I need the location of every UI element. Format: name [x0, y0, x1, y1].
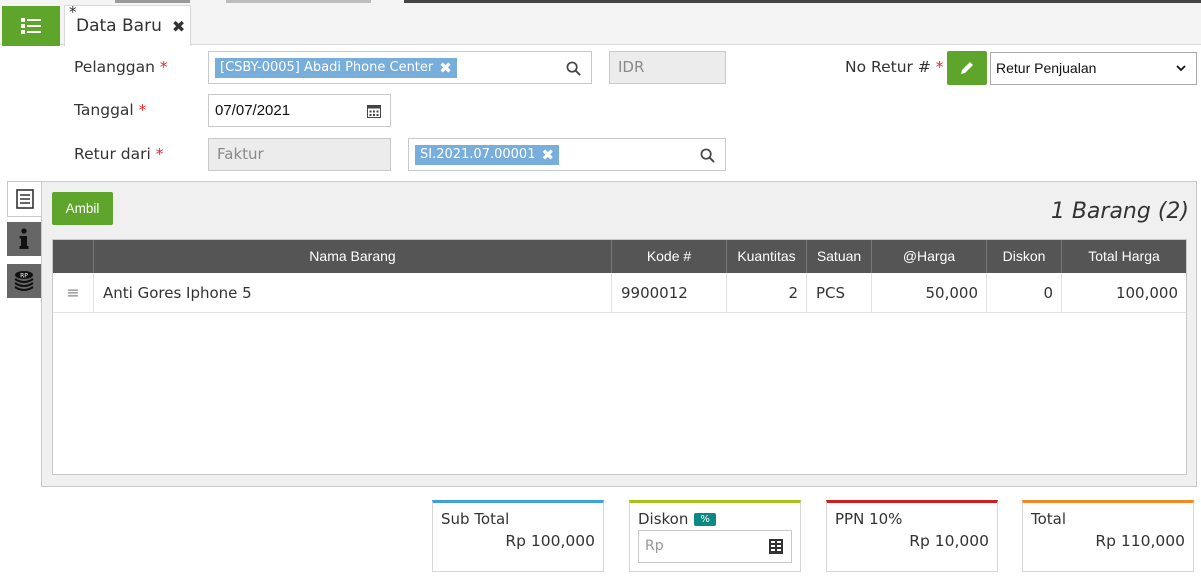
cell-qty: 2	[726, 273, 806, 313]
pencil-icon	[961, 62, 973, 74]
customer-label: Pelanggan *	[74, 58, 168, 76]
return-no-label: No Retur # *	[845, 58, 944, 76]
side-tab-costs[interactable]: RP	[7, 264, 41, 298]
tab-title: Data Baru	[76, 16, 162, 36]
currency-field: IDR	[609, 51, 726, 84]
col-discount-header[interactable]: Diskon	[986, 240, 1061, 273]
col-code-header[interactable]: Kode #	[611, 240, 726, 273]
discount-input[interactable]: Rp	[638, 530, 792, 563]
search-icon[interactable]	[700, 148, 715, 163]
tab-data-baru[interactable]: * Data Baru ✖	[64, 3, 191, 46]
cell-discount: 0	[986, 273, 1061, 313]
document-list-icon	[15, 189, 34, 209]
calendar-icon[interactable]	[367, 104, 381, 118]
discount-card: Diskon% Rp	[629, 500, 801, 572]
edit-number-button[interactable]	[947, 51, 987, 85]
menu-button[interactable]	[2, 6, 60, 46]
svg-text:RP: RP	[20, 273, 28, 280]
col-name-header[interactable]: Nama Barang	[93, 240, 611, 273]
cell-name: Anti Gores Iphone 5	[93, 273, 611, 313]
return-from-label: Retur dari *	[74, 145, 164, 163]
tax-label: PPN 10%	[835, 510, 903, 528]
customer-chip-remove-icon[interactable]: ✖	[439, 58, 452, 78]
info-icon	[19, 228, 29, 249]
col-unit-header[interactable]: Satuan	[806, 240, 871, 273]
tab-close-icon[interactable]: ✖	[172, 17, 185, 36]
subtotal-card: Sub Total Rp 100,000	[432, 500, 604, 572]
customer-field[interactable]: [CSBY-0005] Abadi Phone Center ✖	[208, 51, 592, 84]
tab-bar: * Data Baru ✖	[0, 3, 1201, 46]
date-label: Tanggal *	[74, 101, 147, 119]
list-menu-icon	[21, 18, 41, 34]
side-tab-items[interactable]	[7, 181, 41, 217]
tax-value: Rp 10,000	[909, 532, 989, 550]
table-header: Nama Barang Kode # Kuantitas Satuan @Har…	[53, 240, 1186, 273]
subtotal-value: Rp 100,000	[505, 532, 595, 550]
customer-chip: [CSBY-0005] Abadi Phone Center ✖	[215, 58, 457, 78]
item-count: 1 Barang (2)	[1050, 199, 1189, 224]
col-handle-header	[53, 240, 93, 273]
total-card: Total Rp 110,000	[1022, 500, 1194, 572]
calculator-icon[interactable]	[769, 539, 783, 554]
tax-card: PPN 10% Rp 10,000	[826, 500, 998, 572]
search-icon[interactable]	[566, 61, 581, 76]
rp-coins-icon: RP	[14, 271, 34, 291]
subtotal-label: Sub Total	[441, 510, 510, 528]
unsaved-mark: *	[69, 3, 77, 21]
return-from-type-field: Faktur	[208, 138, 391, 171]
percent-toggle-button[interactable]: %	[694, 513, 716, 526]
total-label: Total	[1031, 510, 1067, 528]
cell-price: 50,000	[871, 273, 986, 313]
total-value: Rp 110,000	[1095, 532, 1185, 550]
return-type-select[interactable]: Retur Penjualan	[990, 52, 1197, 85]
cell-unit: PCS	[806, 273, 871, 313]
col-total-header[interactable]: Total Harga	[1061, 240, 1186, 273]
side-tab-info[interactable]	[7, 222, 41, 256]
chevron-down-icon	[1176, 65, 1186, 72]
col-price-header[interactable]: @Harga	[871, 240, 986, 273]
col-qty-header[interactable]: Kuantitas	[726, 240, 806, 273]
drag-handle-icon[interactable]: ≡	[53, 273, 93, 313]
table-row[interactable]: ≡ Anti Gores Iphone 5 9900012 2 PCS 50,0…	[53, 273, 1186, 313]
discount-label: Diskon%	[638, 510, 716, 528]
invoice-chip-remove-icon[interactable]: ✖	[541, 145, 554, 165]
cell-code: 9900012	[611, 273, 726, 313]
cell-total: 100,000	[1061, 273, 1186, 313]
invoice-chip: SI.2021.07.00001 ✖	[415, 145, 560, 165]
take-items-button[interactable]: Ambil	[52, 192, 113, 225]
date-input[interactable]: 07/07/2021	[208, 94, 391, 127]
return-from-invoice-field[interactable]: SI.2021.07.00001 ✖	[408, 138, 726, 171]
items-table: Nama Barang Kode # Kuantitas Satuan @Har…	[52, 239, 1187, 475]
